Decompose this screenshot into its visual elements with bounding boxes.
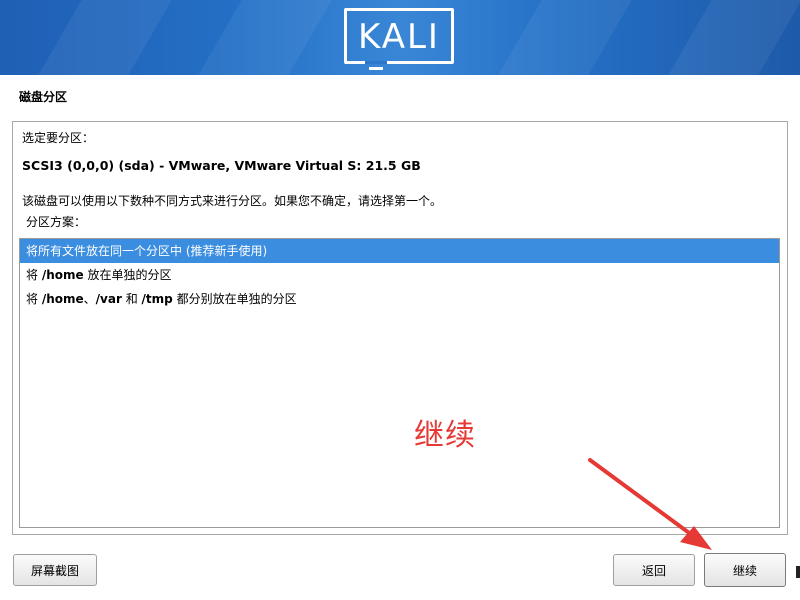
kali-banner: KALI — [0, 0, 800, 75]
option-text: 放在单独的分区 — [83, 268, 172, 282]
option-text: 将 — [26, 268, 42, 282]
option-path: /home — [41, 268, 84, 282]
banner-stripe — [668, 0, 800, 75]
scheme-label: 分区方案： — [26, 215, 87, 229]
option-text: 将所有文件放在同一个分区中 (推荐新手使用) — [26, 244, 268, 258]
kali-logo-text: KALI — [358, 17, 440, 57]
annotation-arrow-icon — [588, 458, 712, 550]
continue-annotation: 继续 — [414, 418, 476, 453]
disk-label: SCSI3 (0,0,0) (sda) - VMware, VMware Vir… — [22, 158, 421, 173]
continue-button[interactable]: 继续 — [704, 553, 786, 587]
logo-notch — [365, 61, 387, 64]
back-button[interactable]: 返回 — [613, 554, 695, 586]
option-separate-home[interactable]: 将 /home 放在单独的分区 — [20, 263, 779, 287]
banner-stripe — [498, 0, 632, 75]
option-path: /home — [41, 292, 84, 306]
banner-stripe — [198, 0, 332, 75]
kali-logo: KALI — [344, 8, 454, 70]
option-path: /var — [95, 292, 122, 306]
edge-mark — [796, 566, 800, 578]
logo-notch-line — [369, 67, 383, 70]
option-text: 和 — [121, 292, 142, 306]
option-text: 将 — [26, 292, 42, 306]
partition-description: 该磁盘可以使用以下数种不同方式来进行分区。如果您不确定，请选择第一个。 — [22, 194, 443, 208]
banner-stripe — [38, 0, 172, 75]
option-path: /tmp — [141, 292, 173, 306]
option-text: 都分别放在单独的分区 — [172, 292, 297, 306]
option-all-in-one[interactable]: 将所有文件放在同一个分区中 (推荐新手使用) — [20, 239, 779, 263]
option-text: 、 — [83, 292, 96, 306]
select-prompt: 选定要分区： — [22, 131, 95, 145]
option-separate-home-var-tmp[interactable]: 将 /home、/var 和 /tmp 都分别放在单独的分区 — [20, 287, 779, 311]
screenshot-button[interactable]: 屏幕截图 — [13, 554, 97, 586]
page-title: 磁盘分区 — [19, 90, 68, 104]
